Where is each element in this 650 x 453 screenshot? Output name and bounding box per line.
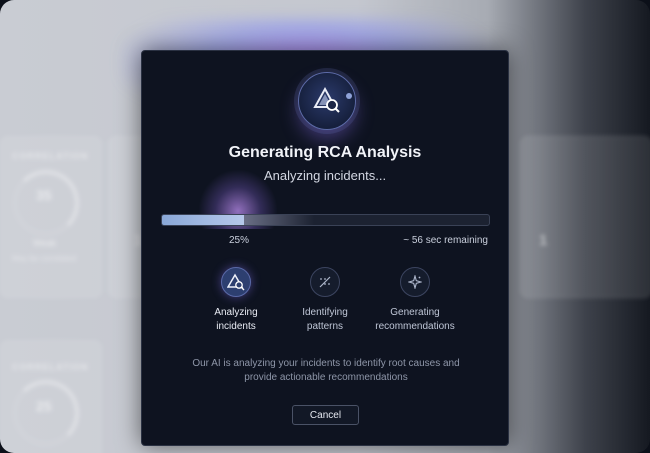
time-remaining: ~ 56 sec remaining <box>403 235 488 246</box>
sparkle-icon <box>400 267 430 297</box>
bg-card-label: CORRELATION <box>12 151 89 161</box>
step-analyzing-incidents: Analyzing incidents <box>186 267 286 334</box>
step-label-line: incidents <box>216 321 256 332</box>
ai-analysis-icon <box>298 72 356 130</box>
prism-search-icon <box>221 267 251 297</box>
progress-fade <box>243 215 314 225</box>
bg-gauge-subcaption: May be correlated <box>12 254 77 263</box>
info-text-line: provide actionable recommendations <box>244 372 408 383</box>
step-label-line: recommendations <box>375 321 455 332</box>
progress-bar <box>161 214 490 226</box>
progress-fill <box>162 215 244 225</box>
dialog-subtitle: Analyzing incidents... <box>263 168 387 183</box>
bg-gauge-caption: Weak <box>33 238 56 248</box>
bg-card <box>520 136 650 298</box>
step-generating-recommendations: Generating recommendations <box>365 267 465 334</box>
step-identifying-patterns: Identifying patterns <box>275 267 375 334</box>
step-label-line: Generating <box>390 307 440 318</box>
bg-gauge-value: 25 <box>36 398 52 414</box>
step-label-line: Analyzing <box>214 307 258 318</box>
cancel-button[interactable]: Cancel <box>292 405 359 425</box>
dialog-title: Generating RCA Analysis <box>228 144 422 161</box>
bg-gauge <box>13 170 79 236</box>
step-label-line: patterns <box>306 321 344 332</box>
step-label-line: Identifying <box>302 307 348 318</box>
pattern-icon <box>310 267 340 297</box>
step-label: Identifying patterns <box>275 306 375 334</box>
bg-gauge-value: 35 <box>36 187 52 203</box>
info-text: Our AI is analyzing your incidents to id… <box>162 357 490 385</box>
step-label: Generating recommendations <box>365 306 465 334</box>
status-dot <box>346 93 352 99</box>
bg-card-label: CORRELATION <box>12 362 89 372</box>
step-label: Analyzing incidents <box>186 306 286 334</box>
info-text-line: Our AI is analyzing your incidents to id… <box>192 358 460 369</box>
rca-analysis-dialog: Generating RCA Analysis Analyzing incide… <box>141 50 509 446</box>
bg-number: 1 <box>539 232 548 249</box>
progress-percent: 25% <box>229 235 250 246</box>
